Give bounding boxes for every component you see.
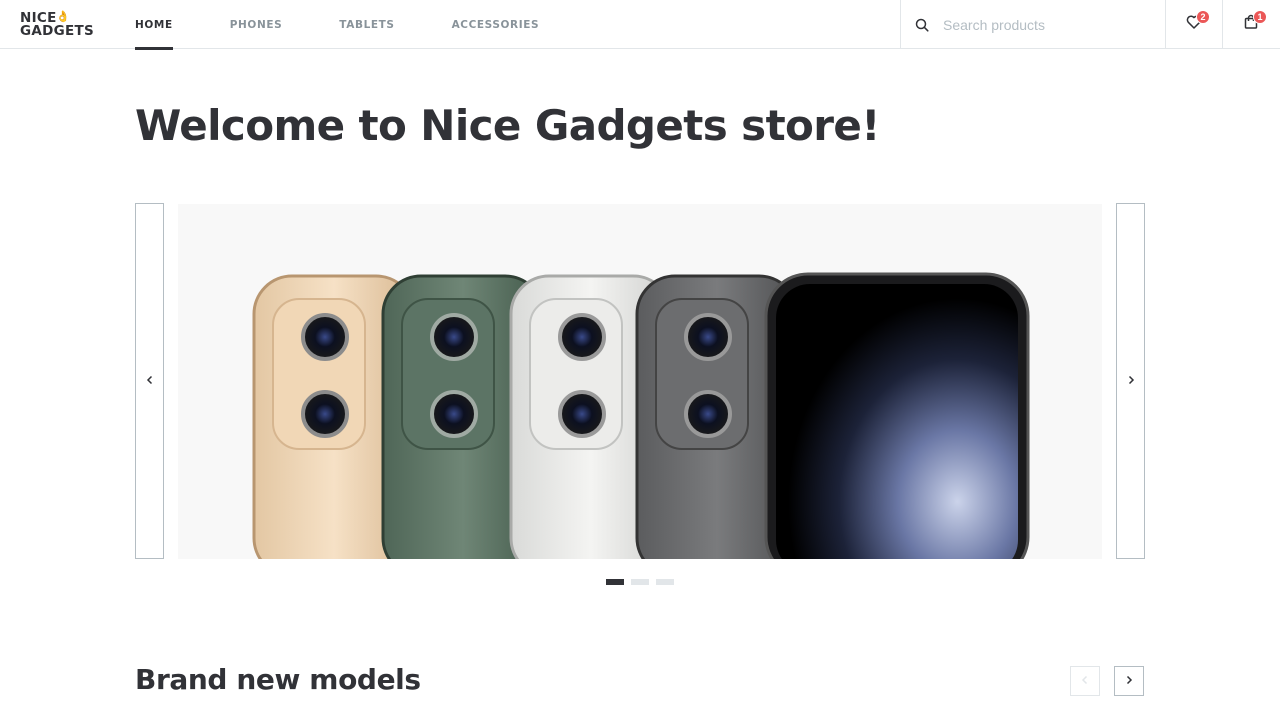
search-input[interactable] [943,16,1153,33]
slider-dot-3[interactable] [656,579,674,585]
slider-prev-button[interactable] [135,203,164,559]
slider-dot-1[interactable] [606,579,624,585]
search-box [900,0,1166,49]
cart-button[interactable]: 1 [1222,0,1279,49]
favourites-count-badge: 2 [1196,10,1210,24]
section-title: Brand new models [135,663,421,696]
nav-tablets[interactable]: TABLETS [339,0,394,49]
section-next-button[interactable] [1114,666,1144,696]
chevron-left-icon [1081,672,1089,690]
iphone-11-pro-image [252,272,1030,559]
main-nav: HOME PHONES TABLETS ACCESSORIES [135,0,596,50]
favourites-button[interactable]: 2 [1165,0,1222,49]
logo-line-2: GADGETS [20,22,95,39]
hero-banner[interactable] [178,204,1102,559]
nav-home[interactable]: HOME [135,0,173,50]
chevron-right-icon [1127,372,1135,390]
slider-dots [606,579,674,585]
ok-hand-icon: 👌 [56,11,70,23]
nav-accessories[interactable]: ACCESSORIES [452,0,540,49]
search-icon[interactable] [915,18,929,32]
site-header: NICE 👌 GADGETS HOME PHONES TABLETS ACCES… [0,0,1280,50]
chevron-left-icon [146,372,154,390]
page-title: Welcome to Nice Gadgets store! [135,101,880,150]
cart-count-badge: 1 [1253,10,1267,24]
slider-dot-2[interactable] [631,579,649,585]
logo[interactable]: NICE 👌 GADGETS [20,11,100,40]
slider-next-button[interactable] [1116,203,1145,559]
nav-phones[interactable]: PHONES [230,0,283,49]
section-prev-button[interactable] [1070,666,1100,696]
chevron-right-icon [1125,672,1133,690]
